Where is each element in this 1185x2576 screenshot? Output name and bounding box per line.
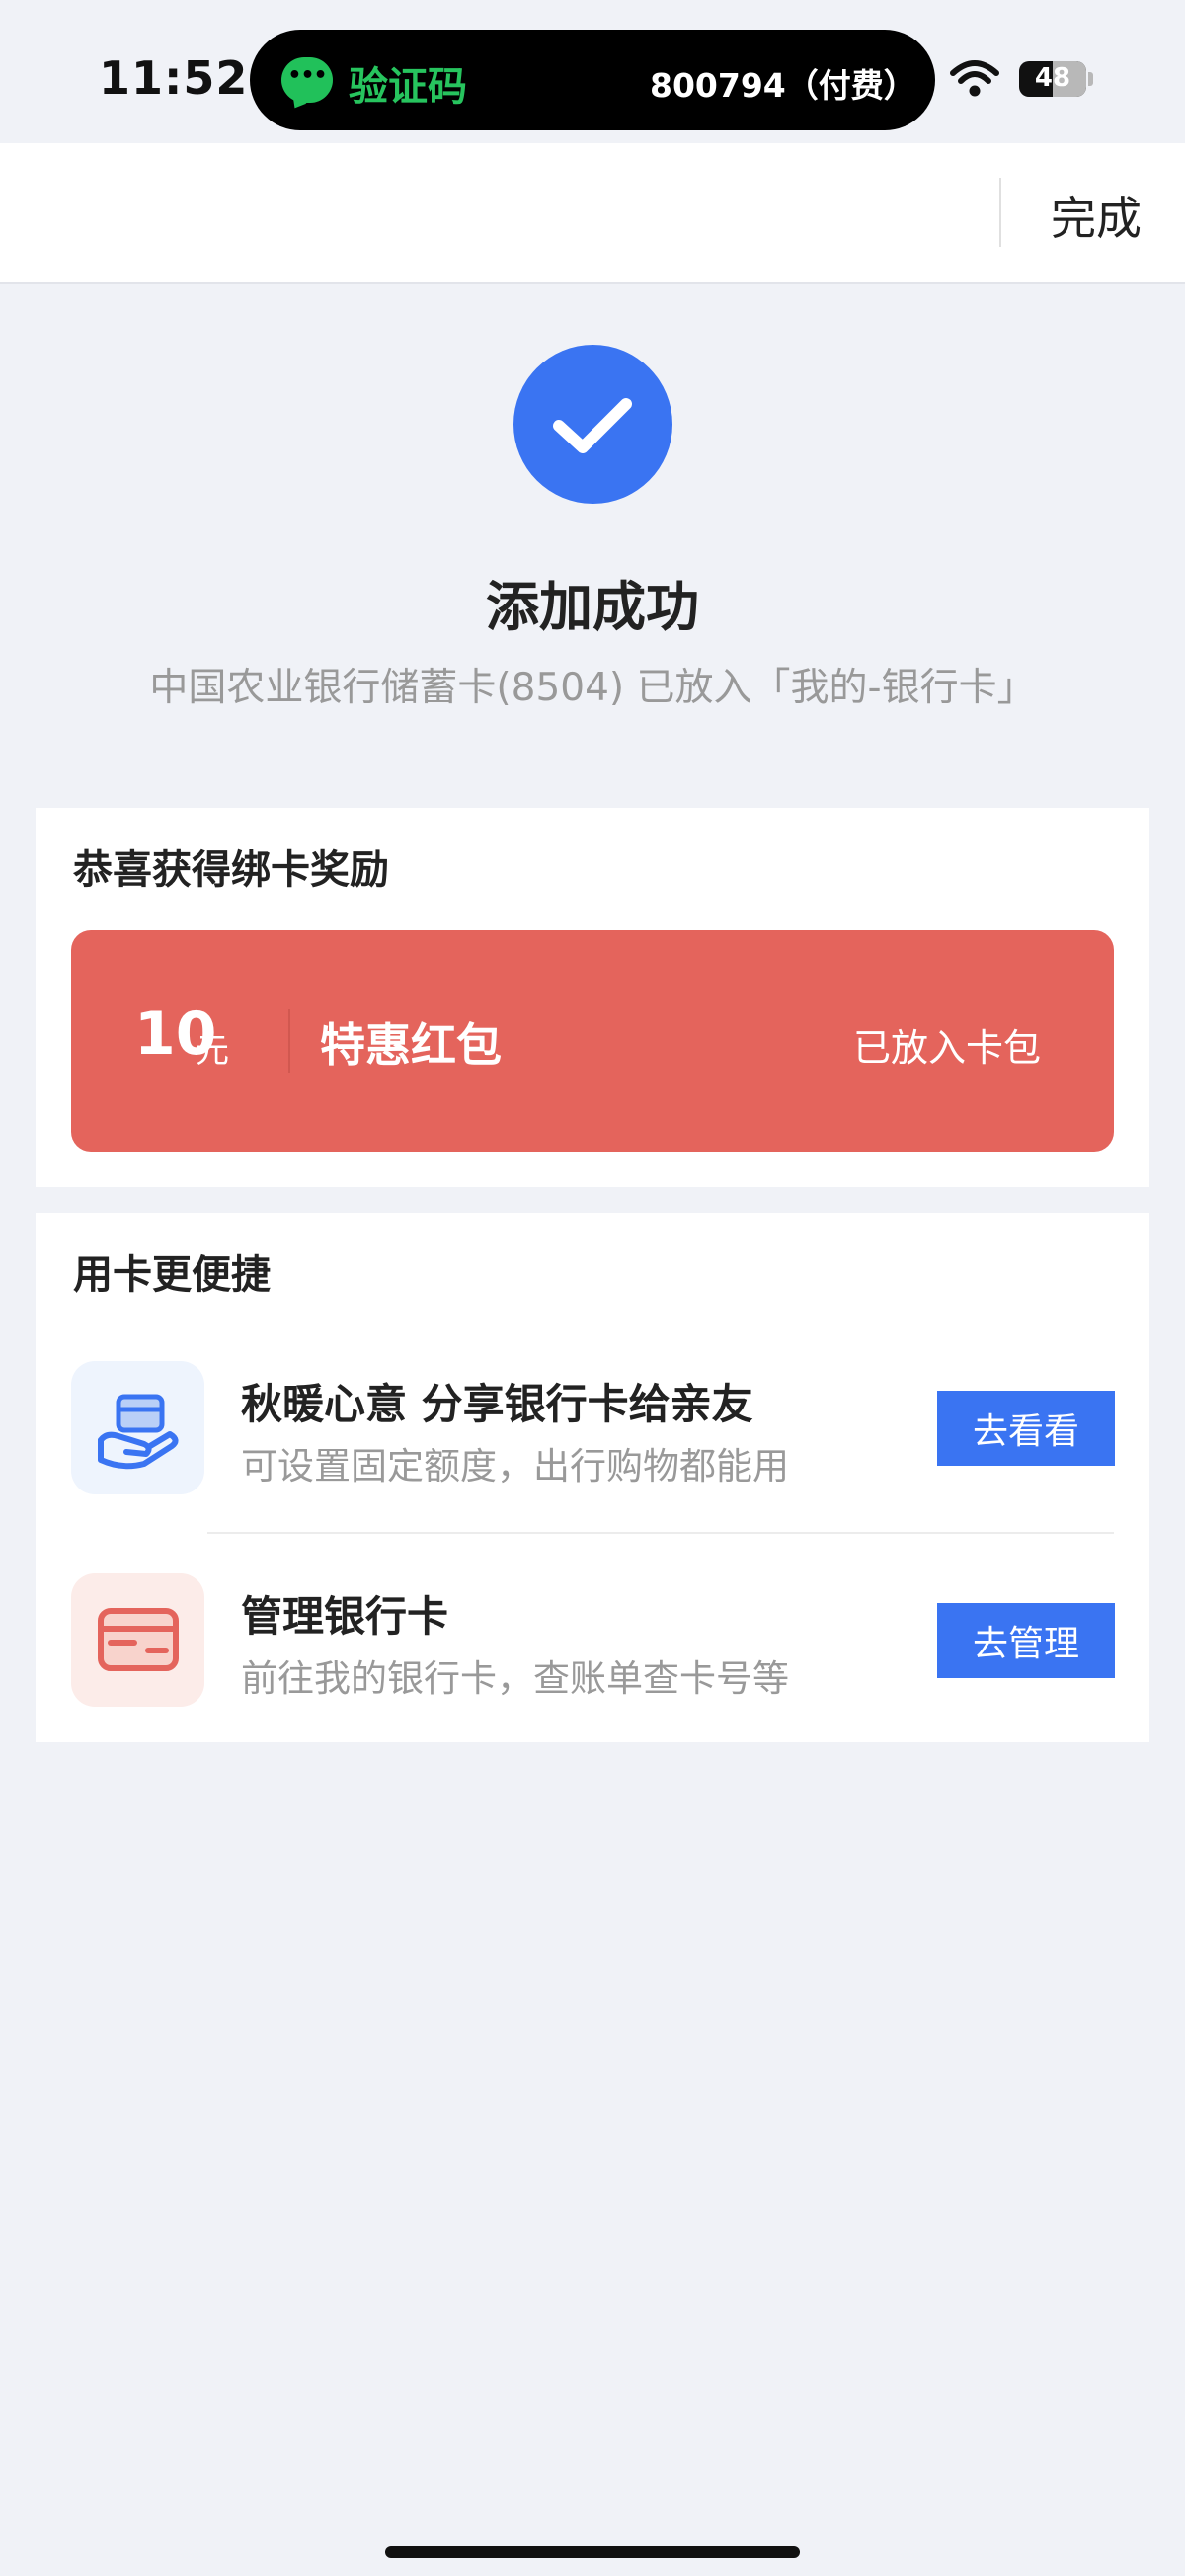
list-item-manage-card: 管理银行卡 前往我的银行卡，查账单查卡号等 去管理 bbox=[36, 1534, 1149, 1741]
red-packet-coupon[interactable]: 10 元 特惠红包 已放入卡包 bbox=[71, 930, 1114, 1152]
list-item-share-card: 秋暖心意 分享银行卡给亲友 可设置固定额度，出行购物都能用 去看看 bbox=[36, 1322, 1149, 1529]
card-in-hand-icon bbox=[71, 1361, 204, 1494]
nav-divider bbox=[999, 178, 1001, 247]
battery-icon: 48 bbox=[1019, 61, 1086, 97]
bank-card-icon bbox=[71, 1573, 204, 1707]
reward-section: 恭喜获得绑卡奖励 10 元 特惠红包 已放入卡包 bbox=[36, 808, 1149, 1187]
success-description: 中国农业银行储蓄卡(8504) 已放入「我的-银行卡」 bbox=[149, 666, 1036, 710]
feature-title: 管理银行卡 bbox=[241, 1592, 449, 1641]
feature-subtitle: 可设置固定额度，出行购物都能用 bbox=[241, 1445, 789, 1488]
battery-tip bbox=[1088, 72, 1093, 86]
success-title: 添加成功 bbox=[486, 576, 699, 638]
status-bar: 11:52 ••• 验证码 800794（付费） 48 bbox=[0, 0, 1185, 143]
status-time: 11:52 bbox=[99, 51, 249, 105]
convenience-section-title: 用卡更便捷 bbox=[73, 1252, 271, 1298]
notification-title: 验证码 bbox=[349, 64, 467, 110]
reward-section-title: 恭喜获得绑卡奖励 bbox=[73, 847, 389, 893]
feature-subtitle: 前往我的银行卡，查账单查卡号等 bbox=[241, 1657, 789, 1700]
reward-name: 特惠红包 bbox=[320, 1018, 502, 1072]
checkmark-icon bbox=[514, 345, 672, 504]
feature-title: 秋暖心意 分享银行卡给亲友 bbox=[241, 1380, 753, 1428]
notification-island[interactable]: ••• 验证码 800794（付费） bbox=[250, 30, 935, 130]
screen: 11:52 ••• 验证码 800794（付费） 48 完成 添加成功 中国农业… bbox=[0, 0, 1185, 2576]
wechat-icon: ••• bbox=[281, 57, 333, 103]
wifi-icon bbox=[950, 60, 999, 97]
go-look-button[interactable]: 去看看 bbox=[937, 1391, 1115, 1466]
reward-status: 已放入卡包 bbox=[852, 1026, 1041, 1070]
convenience-section: 用卡更便捷 秋暖心意 分享银行卡给亲友 可设置固定额度，出行购物都能用 去看看 bbox=[36, 1213, 1149, 1742]
manage-button[interactable]: 去管理 bbox=[937, 1603, 1115, 1678]
reward-unit: 元 bbox=[196, 1031, 229, 1071]
home-indicator[interactable] bbox=[385, 2546, 800, 2558]
battery-level: 48 bbox=[1034, 63, 1071, 93]
reward-separator bbox=[288, 1009, 290, 1073]
notification-code: 800794（付费） bbox=[650, 66, 916, 105]
done-button[interactable]: 完成 bbox=[1027, 183, 1165, 246]
nav-bar: 完成 bbox=[0, 143, 1185, 284]
